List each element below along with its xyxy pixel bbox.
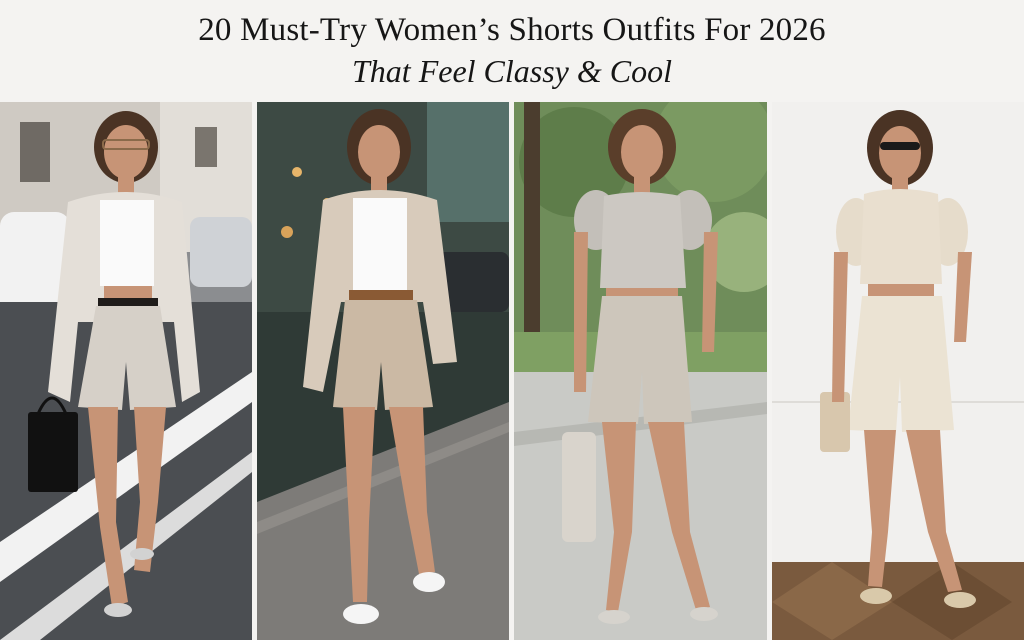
outfit-photo-4-image: [772, 102, 1024, 640]
page-subtitle: That Feel Classy & Cool: [352, 53, 672, 89]
outfit-photo-1: [0, 102, 252, 640]
outfit-photo-2: [257, 102, 509, 640]
outfit-photo-3: [514, 102, 767, 640]
page: 20 Must-Try Women’s Shorts Outfits For 2…: [0, 0, 1024, 640]
page-title: 20 Must-Try Women’s Shorts Outfits For 2…: [198, 12, 826, 48]
outfit-photo-1-image: [0, 102, 252, 640]
header: 20 Must-Try Women’s Shorts Outfits For 2…: [0, 0, 1024, 102]
outfit-photo-4: [772, 102, 1024, 640]
outfit-photo-2-image: [257, 102, 509, 640]
photo-grid: [0, 102, 1024, 640]
outfit-photo-3-image: [514, 102, 767, 640]
